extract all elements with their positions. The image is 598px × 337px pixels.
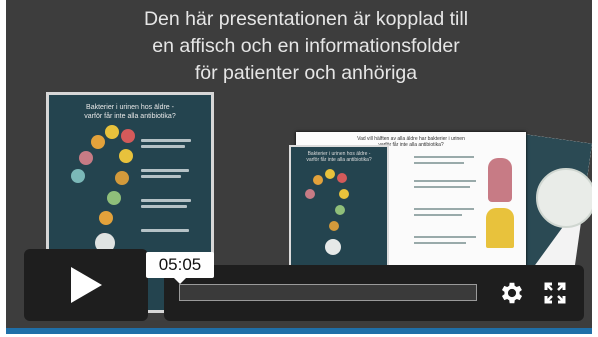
play-button[interactable] <box>24 249 148 321</box>
accent-strip <box>6 328 592 334</box>
poster-text-line <box>141 229 189 232</box>
poster-figure <box>107 191 121 205</box>
folder-figure <box>325 169 335 179</box>
folder-front-title: Bakterier i urinen hos äldre - varför få… <box>306 151 372 163</box>
poster-figure <box>119 149 133 163</box>
video-player[interactable]: Den här presentationen är kopplad till e… <box>0 0 598 337</box>
play-icon <box>71 267 102 303</box>
poster-text-line <box>141 145 185 148</box>
poster-figure <box>79 151 93 165</box>
poster-text-line <box>141 175 181 178</box>
poster-figure <box>99 211 113 225</box>
poster-figure <box>121 129 135 143</box>
poster-figure <box>115 171 129 185</box>
settings-button[interactable] <box>497 278 527 308</box>
folder-text-line <box>414 214 462 216</box>
timestamp-tooltip: 05:05 <box>146 252 214 284</box>
poster-text-line <box>141 199 191 202</box>
poster-text-line <box>141 205 187 208</box>
progress-bar[interactable] <box>179 284 477 301</box>
poster-text-line <box>141 169 189 172</box>
folder-text-line <box>414 162 464 164</box>
folder-figure <box>329 221 339 231</box>
folder-text-line <box>414 236 476 238</box>
control-bar <box>164 265 584 321</box>
poster-figure <box>71 169 85 183</box>
slide-title: Den här presentationen är kopplad till e… <box>143 8 469 84</box>
folder-text-line <box>414 186 470 188</box>
folder-figure <box>339 189 349 199</box>
folder-figure <box>335 205 345 215</box>
fullscreen-button[interactable] <box>540 278 570 308</box>
fullscreen-icon <box>544 282 566 304</box>
folder-figure <box>337 173 347 183</box>
folder-text-line <box>414 242 466 244</box>
gear-icon <box>501 282 523 304</box>
poster-figure <box>91 135 105 149</box>
folder-figure <box>325 239 341 255</box>
folder-figure <box>313 175 323 185</box>
folder-text-line <box>414 208 474 210</box>
folder-figure <box>305 189 315 199</box>
folder-front-page: Bakterier i urinen hos äldre - varför få… <box>289 145 389 269</box>
folder-text-line <box>414 180 476 182</box>
folder-figure-yellow <box>486 208 514 248</box>
folder-circle-illustration <box>536 168 592 228</box>
folder-text-line <box>414 156 474 158</box>
poster-figure <box>105 125 119 139</box>
poster-title: Bakterier i urinen hos äldre - varför få… <box>84 104 176 120</box>
folder-figure-red <box>488 158 512 202</box>
poster-text-line <box>141 139 191 142</box>
